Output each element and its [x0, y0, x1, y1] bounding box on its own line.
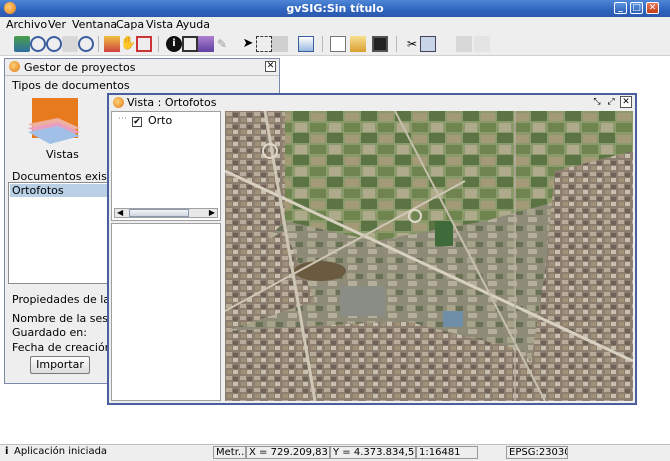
map-frame-icon[interactable]: [104, 36, 120, 52]
view-window: Vista : Ortofotos ⤡ ⤢ ✕ ⋯ ✔ Orto ◀ ▶: [107, 93, 637, 405]
select-disabled-icon[interactable]: [272, 36, 288, 52]
close-icon[interactable]: ✕: [620, 96, 632, 108]
area-icon[interactable]: [198, 36, 214, 52]
doc-types-label: Tipos de documentos: [12, 79, 130, 92]
open-folder-icon[interactable]: [350, 36, 366, 52]
x-coordinate: X = 729.209,83: [246, 446, 330, 459]
view-title: Vista : Ortofotos: [127, 96, 217, 109]
table-of-contents: ⋯ ✔ Orto ◀ ▶: [111, 111, 221, 221]
menu-ayuda[interactable]: Ayuda: [176, 18, 210, 31]
overview-panel: [111, 223, 221, 401]
toc-horizontal-scrollbar[interactable]: ◀ ▶: [114, 208, 218, 218]
menu-vista[interactable]: Vista: [146, 18, 173, 31]
layer-visibility-checkbox[interactable]: ✔: [132, 117, 142, 127]
disabled-tool-icon[interactable]: [474, 36, 490, 52]
zoom-out-icon[interactable]: [46, 36, 62, 52]
layers-icon[interactable]: [14, 36, 30, 52]
disabled-tool-icon[interactable]: [456, 36, 472, 52]
zoom-in-icon[interactable]: [30, 36, 46, 52]
scroll-right-icon[interactable]: ▶: [209, 208, 215, 217]
menu-capa[interactable]: Capa: [116, 18, 144, 31]
new-document-icon[interactable]: [330, 36, 346, 52]
status-message: Aplicación iniciada: [14, 446, 108, 457]
toolbar-separator: [158, 36, 159, 52]
maximize-icon[interactable]: ⤢: [605, 96, 617, 108]
window-title: gvSIG:Sin título: [286, 2, 384, 15]
saved-in-label: Guardado en:: [12, 326, 87, 339]
zoom-extent-icon[interactable]: [78, 36, 94, 52]
project-manager-title-bar: Gestor de proyectos ✕: [5, 59, 279, 76]
info-icon[interactable]: i: [166, 36, 182, 52]
select-arrow-icon[interactable]: ➤: [240, 36, 256, 52]
scale-field[interactable]: 1:16481: [416, 446, 478, 459]
pan-hand-icon[interactable]: ✋: [120, 36, 136, 52]
toolbar: ✋ i ✎ ➤ ✂: [0, 33, 670, 56]
close-icon[interactable]: ✕: [265, 61, 276, 72]
tools-icon[interactable]: ✂: [404, 36, 420, 52]
zoom-previous-icon[interactable]: [62, 36, 78, 52]
menu-ventana[interactable]: Ventana: [72, 18, 117, 31]
creation-date-label: Fecha de creación:: [12, 341, 116, 354]
menu-bar: Archivo Ver Ventana Capa Vista Ayuda: [0, 17, 670, 33]
views-document-icon[interactable]: [28, 98, 80, 146]
layer-name[interactable]: Orto: [148, 114, 172, 127]
toolbar-separator: [322, 36, 323, 52]
window-title-bar: gvSIG:Sin título _ □ ✕: [0, 0, 670, 17]
epsg-field: EPSG:23030: [506, 446, 568, 459]
minimize-icon[interactable]: _: [614, 2, 627, 14]
project-manager-title: Gestor de proyectos: [24, 61, 136, 74]
gvsig-window-icon: [113, 97, 124, 108]
rectangle-icon[interactable]: [136, 36, 152, 52]
tree-line: ⋯: [118, 114, 127, 124]
edit-disabled-icon[interactable]: ✎: [214, 36, 230, 52]
select-rectangle-icon[interactable]: [256, 36, 272, 52]
units-selector[interactable]: Metr...: [213, 446, 246, 459]
close-icon[interactable]: ✕: [646, 2, 659, 14]
grid-icon[interactable]: [420, 36, 436, 52]
view-title-bar: Vista : Ortofotos ⤡ ⤢ ✕: [109, 95, 635, 110]
minimize-icon[interactable]: ⤡: [591, 96, 603, 108]
scrollbar-thumb[interactable]: [129, 209, 189, 217]
layer-list-icon[interactable]: [298, 36, 314, 52]
import-button[interactable]: Importar: [30, 356, 90, 374]
save-disk-icon[interactable]: [372, 36, 388, 52]
scroll-left-icon[interactable]: ◀: [117, 208, 123, 217]
menu-archivo[interactable]: Archivo: [6, 18, 47, 31]
toolbar-separator: [98, 36, 99, 52]
views-label[interactable]: Vistas: [46, 148, 79, 161]
gvsig-window-icon: [9, 61, 20, 72]
info-icon: i: [5, 446, 9, 457]
maximize-icon[interactable]: □: [630, 2, 643, 14]
toolbar-separator: [396, 36, 397, 52]
y-coordinate: Y = 4.373.834,59: [330, 446, 416, 459]
orthophoto-map[interactable]: [225, 111, 633, 401]
status-bar: i Aplicación iniciada Metr... X = 729.20…: [0, 444, 670, 461]
measure-icon[interactable]: [182, 36, 198, 52]
menu-ver[interactable]: Ver: [48, 18, 66, 31]
